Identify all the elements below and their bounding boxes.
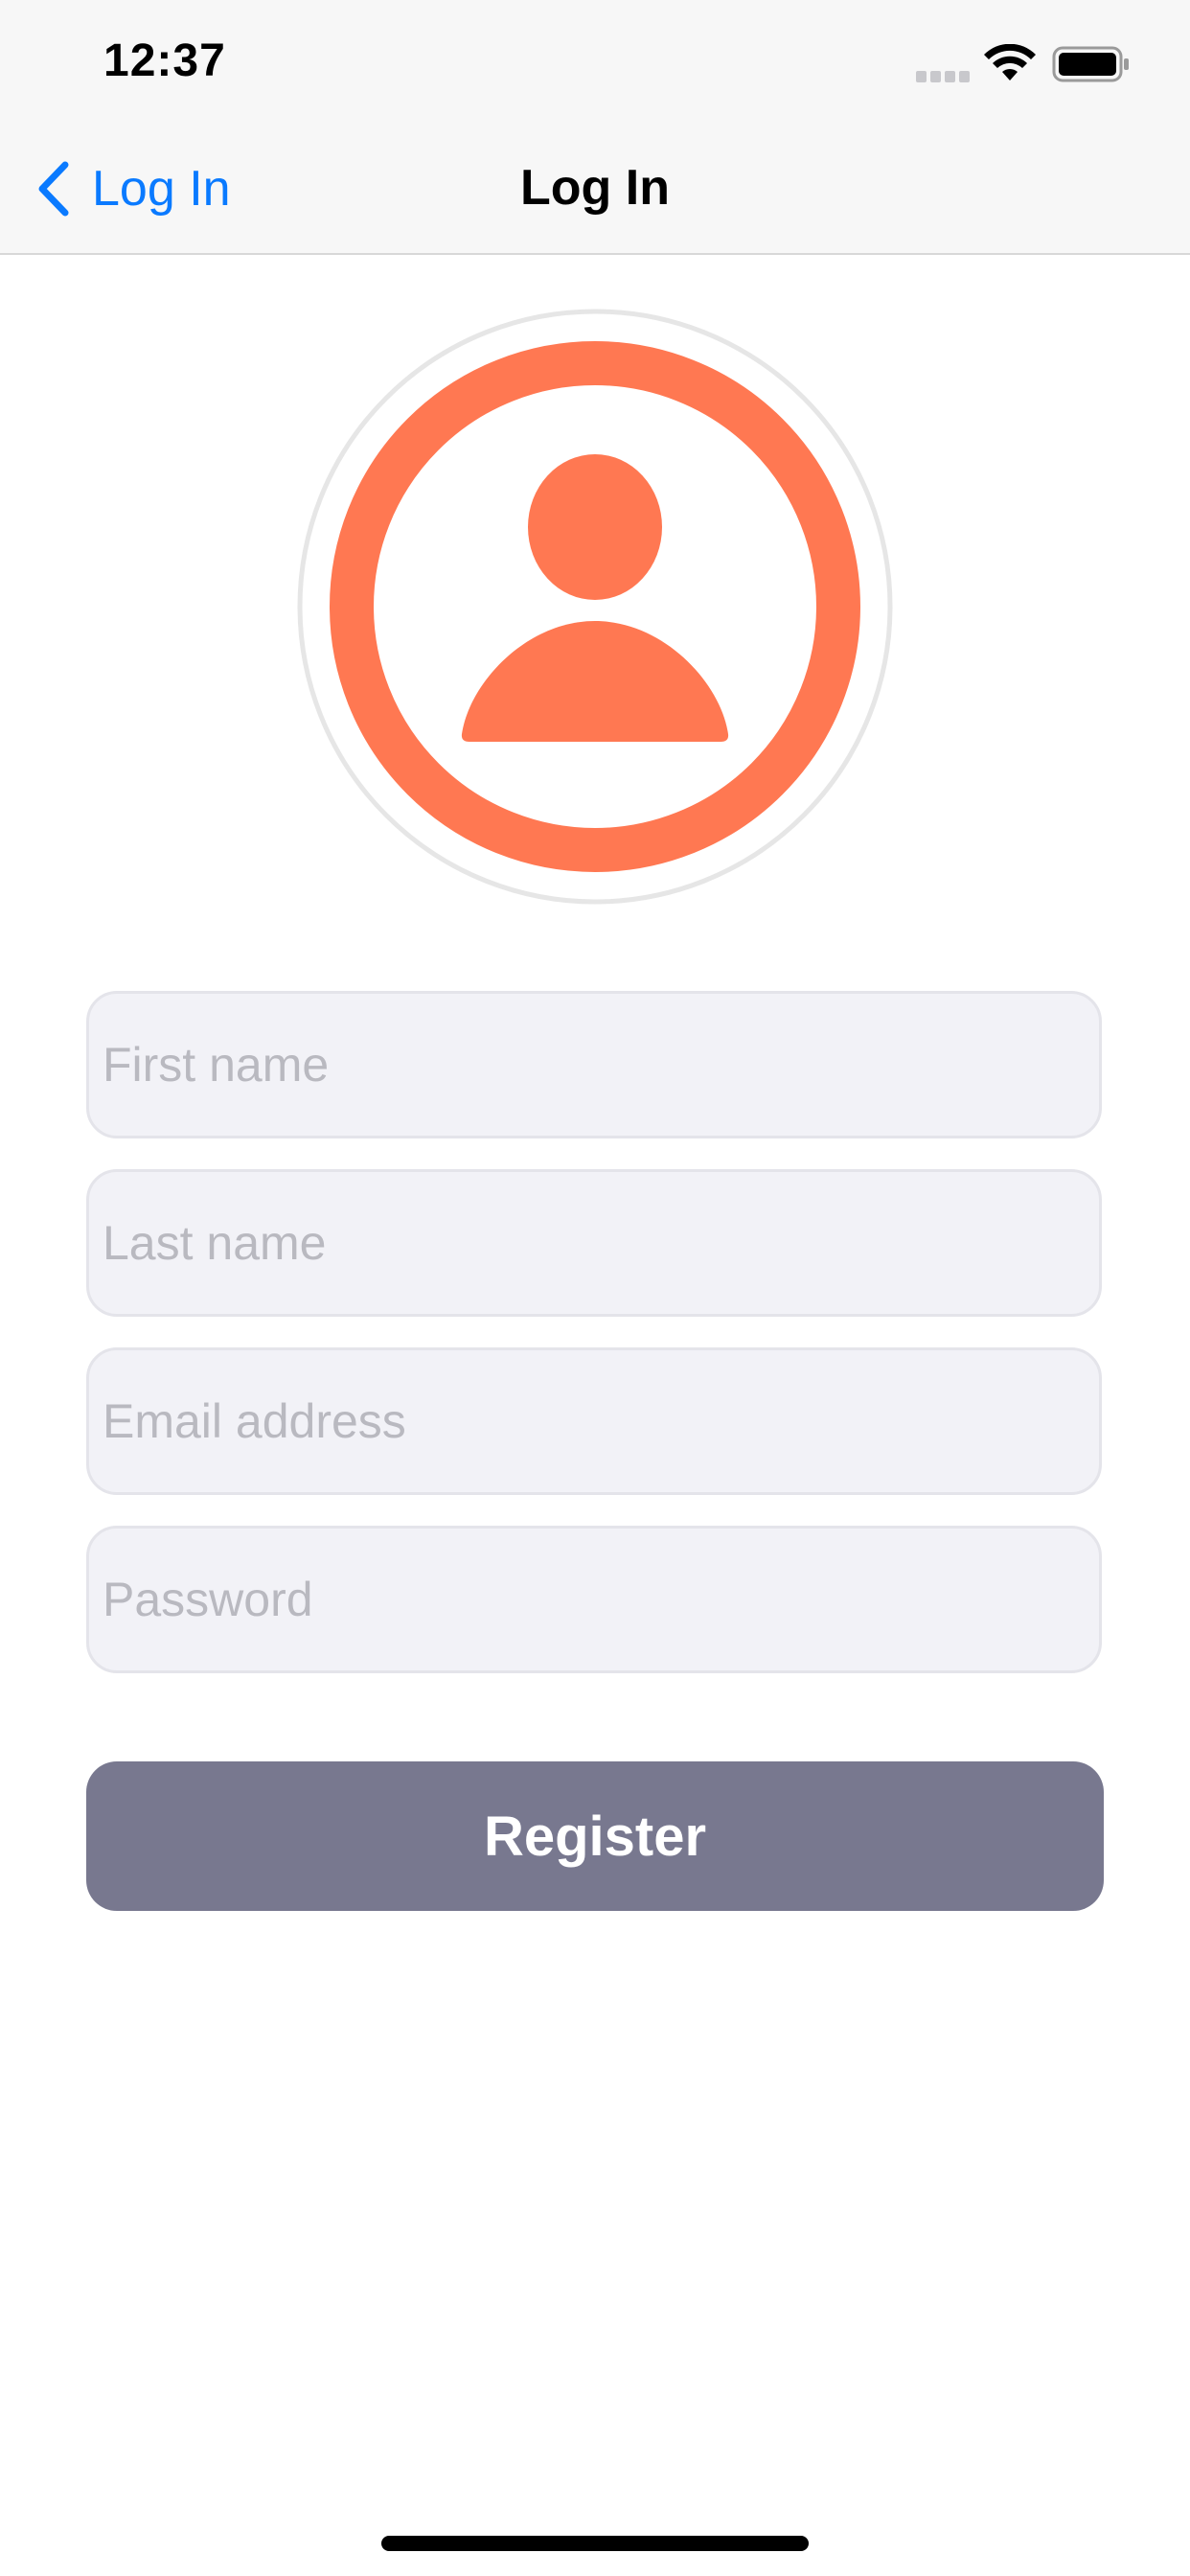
register-button[interactable]: Register xyxy=(86,1761,1104,1911)
wifi-icon xyxy=(984,44,1036,80)
signal-dots-icon xyxy=(916,71,970,82)
password-field[interactable] xyxy=(86,1526,1102,1673)
status-time: 12:37 xyxy=(103,35,226,86)
first-name-field[interactable] xyxy=(86,991,1102,1138)
home-indicator[interactable] xyxy=(381,2536,809,2551)
navigation-bar: 12:37 Log In Log In xyxy=(0,0,1190,255)
battery-icon xyxy=(1052,46,1129,82)
last-name-field[interactable] xyxy=(86,1169,1102,1317)
register-screen: 12:37 Log In Log In First name Last name… xyxy=(0,0,1190,2576)
avatar[interactable] xyxy=(297,309,893,905)
page-title: Log In xyxy=(520,160,670,216)
email-field[interactable] xyxy=(86,1347,1102,1495)
